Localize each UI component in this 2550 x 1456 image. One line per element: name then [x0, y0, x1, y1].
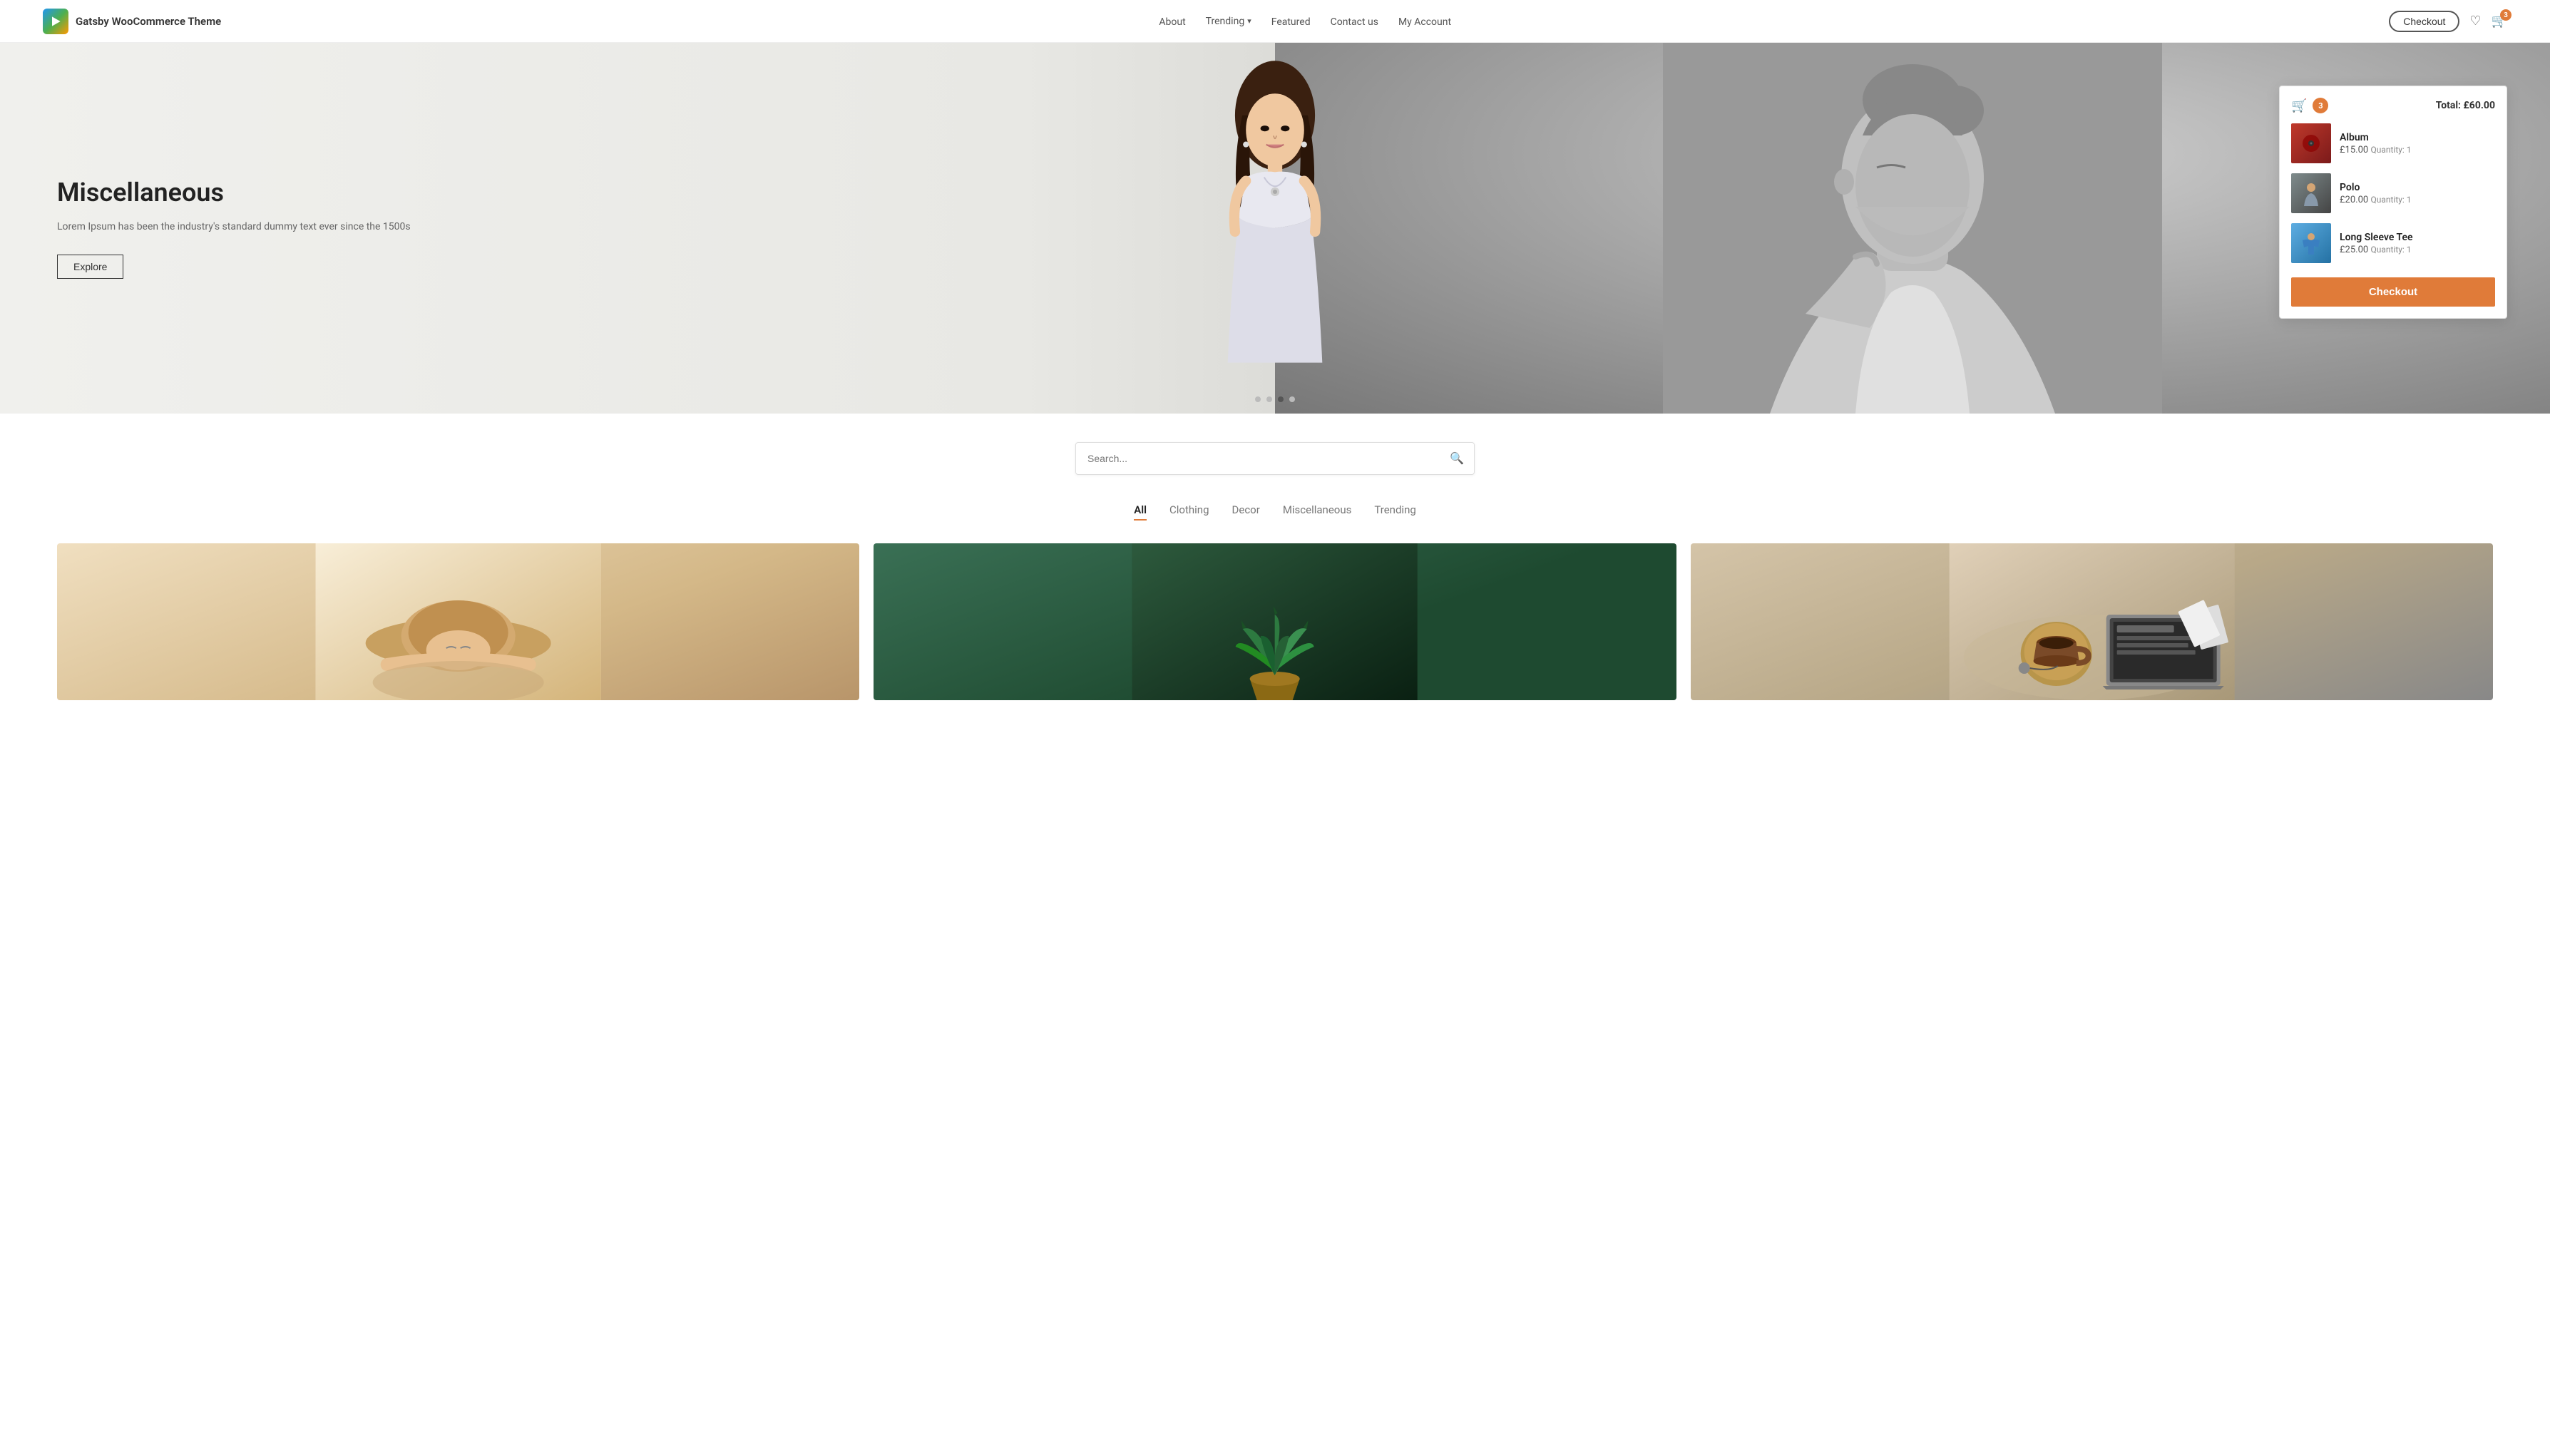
brand-logo-icon: [43, 9, 68, 34]
cart-item-album-price: £15.00 Quantity: 1: [2340, 145, 2495, 155]
product-svg-1: [57, 543, 859, 700]
cart-total-label: Total:: [2436, 100, 2461, 111]
cart-item-album-info: Album £15.00 Quantity: 1: [2340, 132, 2495, 155]
nav-item-featured[interactable]: Featured: [1271, 14, 1311, 28]
filter-tab-miscellaneous[interactable]: Miscellaneous: [1283, 503, 1352, 521]
nav-link-contact[interactable]: Contact us: [1331, 16, 1378, 28]
cart-item-tee-price-value: £25.00: [2340, 245, 2368, 255]
hero-section: Miscellaneous Lorem Ipsum has been the i…: [0, 43, 2550, 414]
album-icon: [2300, 133, 2322, 154]
nav-item-myaccount[interactable]: My Account: [1398, 14, 1451, 28]
navbar-actions: Checkout ♡ 🛒 3: [2389, 11, 2507, 32]
cart-total: Total: £60.00: [2436, 100, 2495, 111]
cart-item-polo-price: £20.00 Quantity: 1: [2340, 195, 2495, 205]
cart-count-badge: 3: [2313, 98, 2328, 113]
carousel-dot-3[interactable]: [1278, 396, 1284, 402]
nav-item-contact[interactable]: Contact us: [1331, 14, 1378, 28]
search-icon: 🔍: [1450, 453, 1464, 465]
hero-description: Lorem Ipsum has been the industry's stan…: [57, 219, 1218, 235]
carousel-dot-1[interactable]: [1255, 396, 1261, 402]
search-button[interactable]: 🔍: [1440, 443, 1474, 474]
cart-button[interactable]: 🛒 3: [2492, 14, 2507, 29]
cart-item-album-name: Album: [2340, 132, 2495, 143]
filter-tab-clothing[interactable]: Clothing: [1169, 503, 1209, 521]
filter-tabs: All Clothing Decor Miscellaneous Trendin…: [0, 503, 2550, 521]
product-image-2: [874, 543, 1676, 700]
cart-header: 🛒 3 Total: £60.00: [2291, 98, 2495, 113]
product-image-3: [1691, 543, 2493, 700]
hero-content: Miscellaneous Lorem Ipsum has been the i…: [0, 135, 1275, 322]
nav-link-featured[interactable]: Featured: [1271, 16, 1311, 28]
cart-item-album-image: [2291, 123, 2331, 163]
heart-icon: ♡: [2469, 14, 2481, 29]
cart-item-album: Album £15.00 Quantity: 1: [2291, 123, 2495, 163]
nav-links: About Trending Featured Contact us My Ac…: [1159, 14, 1451, 28]
filter-tab-all[interactable]: All: [1134, 503, 1147, 521]
cart-item-polo: Polo £20.00 Quantity: 1: [2291, 173, 2495, 213]
filter-tab-decor[interactable]: Decor: [1232, 503, 1260, 521]
filter-tab-trending[interactable]: Trending: [1374, 503, 1415, 521]
hero-explore-button[interactable]: Explore: [57, 255, 123, 279]
checkout-button[interactable]: Checkout: [2389, 11, 2459, 32]
cart-dropdown: 🛒 3 Total: £60.00 Album £15.00: [2279, 86, 2507, 319]
product-card-2[interactable]: [874, 543, 1676, 700]
cart-item-tee-name: Long Sleeve Tee: [2340, 232, 2495, 243]
cart-item-longsleeve: Long Sleeve Tee £25.00 Quantity: 1: [2291, 223, 2495, 263]
carousel-dot-2[interactable]: [1266, 396, 1272, 402]
search-section: 🔍: [0, 414, 2550, 503]
cart-item-tee-qty: Quantity: 1: [2370, 245, 2411, 255]
cart-item-tee-price: £25.00 Quantity: 1: [2340, 245, 2495, 255]
cart-badge: 3: [2500, 9, 2511, 21]
product-card-3[interactable]: [1691, 543, 2493, 700]
product-card-1[interactable]: [57, 543, 859, 700]
hero-carousel-dots: [1255, 396, 1295, 402]
polo-icon: [2298, 180, 2324, 206]
brand-name: Gatsby WooCommerce Theme: [76, 15, 221, 28]
nav-link-about[interactable]: About: [1159, 16, 1185, 28]
search-input[interactable]: [1076, 444, 1440, 473]
product-svg-2: [874, 543, 1676, 700]
cart-item-polo-info: Polo £20.00 Quantity: 1: [2340, 182, 2495, 205]
cart-item-polo-qty: Quantity: 1: [2370, 195, 2411, 205]
cart-total-value: £60.00: [2463, 100, 2495, 111]
navbar: Gatsby WooCommerce Theme About Trending …: [0, 0, 2550, 43]
cart-checkout-button[interactable]: Checkout: [2291, 277, 2495, 307]
cart-item-polo-price-value: £20.00: [2340, 195, 2368, 205]
carousel-dot-4[interactable]: [1289, 396, 1295, 402]
cart-item-polo-name: Polo: [2340, 182, 2495, 193]
brand-logo-link[interactable]: Gatsby WooCommerce Theme: [43, 9, 221, 34]
cart-item-polo-image: [2291, 173, 2331, 213]
cart-item-album-price-value: £15.00: [2340, 145, 2368, 155]
cart-dropdown-icon: 🛒: [2291, 98, 2307, 113]
nav-item-about[interactable]: About: [1159, 14, 1185, 28]
wishlist-button[interactable]: ♡: [2469, 14, 2481, 29]
cart-item-tee-info: Long Sleeve Tee £25.00 Quantity: 1: [2340, 232, 2495, 255]
products-section: [0, 543, 2550, 729]
product-image-1: [57, 543, 859, 700]
products-grid: [57, 543, 2493, 700]
cart-item-tee-image: [2291, 223, 2331, 263]
tee-icon: [2298, 230, 2324, 256]
nav-link-myaccount[interactable]: My Account: [1398, 16, 1451, 28]
hero-title: Miscellaneous: [57, 178, 1218, 207]
cart-item-album-qty: Quantity: 1: [2370, 145, 2411, 155]
product-svg-3: [1691, 543, 2493, 700]
nav-link-trending[interactable]: Trending: [1206, 16, 1251, 27]
search-bar: 🔍: [1075, 442, 1475, 475]
cart-icon-group: 🛒 3: [2291, 98, 2328, 113]
nav-item-trending[interactable]: Trending: [1206, 16, 1251, 27]
